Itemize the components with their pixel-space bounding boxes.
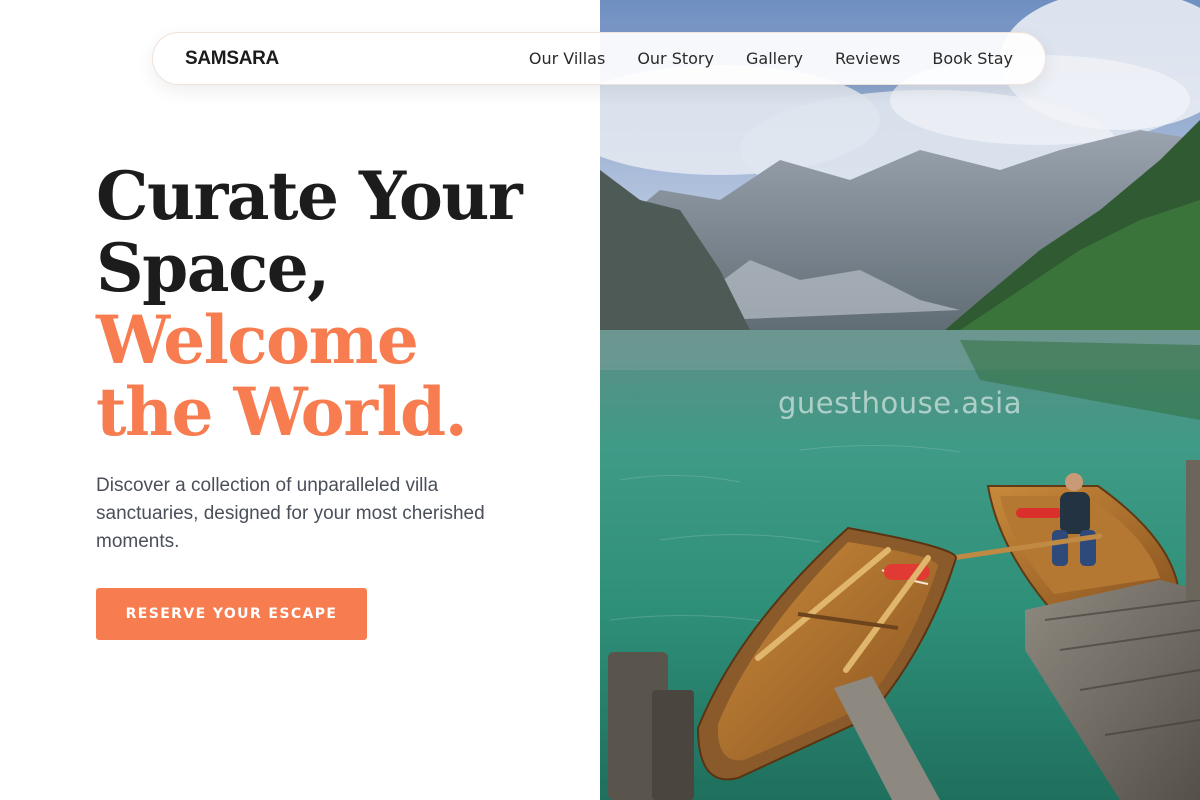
nav-link-book-stay[interactable]: Book Stay — [932, 49, 1013, 68]
nav-link-our-villas[interactable]: Our Villas — [529, 49, 605, 68]
headline-line-2: Space, — [96, 229, 330, 307]
top-navbar: SAMSARA Our Villas Our Story Gallery Rev… — [152, 32, 1046, 85]
nav-links: Our Villas Our Story Gallery Reviews Boo… — [529, 49, 1013, 68]
hero-description: Discover a collection of unparalleled vi… — [96, 475, 485, 552]
nav-link-gallery[interactable]: Gallery — [746, 49, 803, 68]
headline-line-4: the World. — [96, 373, 468, 451]
headline-line-3: Welcome — [96, 301, 419, 379]
hero-headline: Curate Your Space, Welcome the World. — [96, 157, 523, 451]
headline-line-1: Curate Your — [96, 157, 523, 235]
hero-image: guesthouse.asia — [600, 0, 1200, 800]
reserve-button[interactable]: RESERVE YOUR ESCAPE — [96, 588, 367, 640]
nav-link-reviews[interactable]: Reviews — [835, 49, 900, 68]
brand-logo[interactable]: SAMSARA — [185, 48, 279, 70]
nav-link-our-story[interactable]: Our Story — [637, 49, 714, 68]
